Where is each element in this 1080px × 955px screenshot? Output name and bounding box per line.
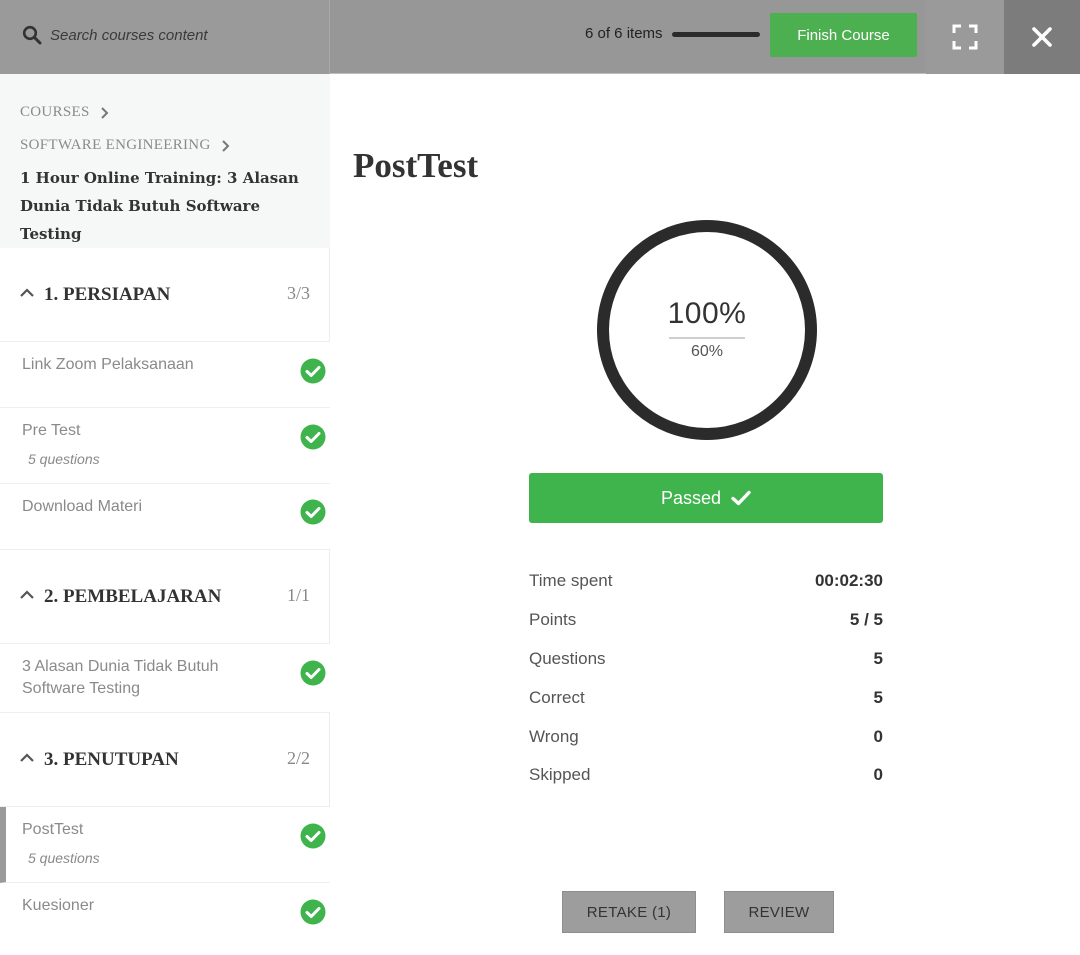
check-circle-icon (300, 823, 326, 849)
lesson-item-link-zoom[interactable]: Link Zoom Pelaksanaan (0, 342, 330, 408)
section-title: 1. PERSIAPAN (44, 284, 171, 305)
lesson-title: Pre Test (22, 422, 81, 439)
lesson-item-pre-test[interactable]: Pre Test 5 questions (0, 408, 330, 484)
stat-label: Questions (529, 648, 606, 668)
stat-row-correct: Correct 5 (529, 678, 883, 717)
stat-row-questions: Questions 5 (529, 640, 883, 679)
result-status-bar: Passed (529, 473, 883, 523)
result-stats: Time spent 00:02:30 Points 5 / 5 Questio… (529, 562, 883, 795)
stat-label: Points (529, 610, 577, 630)
top-bar: 6 of 6 items Finish Course (0, 0, 1080, 74)
stat-row-time-spent: Time spent 00:02:30 (529, 562, 883, 601)
section-count: 2/2 (286, 748, 310, 768)
lesson-title: 3 Alasan Dunia Tidak Butuh Software Test… (22, 656, 282, 700)
chevron-up-icon (20, 753, 34, 762)
breadcrumb-label: SOFTWARE ENGINEERING (20, 137, 211, 153)
lesson-title: Link Zoom Pelaksanaan (22, 356, 194, 373)
stat-label: Skipped (529, 765, 591, 785)
curriculum-sidebar: COURSES SOFTWARE ENGINEERING 1 Hour Onli… (0, 74, 330, 955)
score-divider (669, 337, 745, 339)
section-count: 1/1 (286, 585, 310, 605)
stat-row-wrong: Wrong 0 (529, 717, 883, 756)
lesson-subtitle: 5 questions (28, 850, 100, 866)
check-circle-icon (300, 499, 326, 525)
lesson-title-line: Software Testing (22, 680, 140, 697)
breadcrumb-label: COURSES (20, 104, 90, 120)
stat-row-points: Points 5 / 5 (529, 601, 883, 640)
stat-label: Time spent (529, 571, 613, 591)
course-title-line: Dunia Tidak Butuh Software Testing (20, 197, 260, 243)
chevron-right-icon (221, 139, 229, 152)
lesson-title: Download Materi (22, 498, 143, 515)
finish-course-button[interactable]: Finish Course (770, 13, 917, 57)
section-title: 2. PEMBELAJARAN (44, 586, 222, 607)
lesson-item-download-materi[interactable]: Download Materi (0, 484, 330, 550)
stat-value: 5 (873, 648, 883, 668)
section-header-persiapan[interactable]: 1. PERSIAPAN 3/3 (0, 248, 330, 342)
lesson-subtitle: 5 questions (28, 451, 100, 467)
lesson-item-kuesioner[interactable]: Kuesioner (0, 883, 330, 955)
course-title-line: 1 Hour Online Training: 3 Alasan (20, 169, 299, 187)
passing-grade: 60% (690, 343, 724, 360)
stat-value: 00:02:30 (814, 571, 883, 591)
lesson-item-posttest[interactable]: PostTest 5 questions (0, 807, 330, 883)
quiz-result-panel: PostTest 100% 60% Passed Time spent 00:0… (331, 74, 1080, 955)
stat-value: 0 (873, 765, 883, 785)
breadcrumb-category[interactable]: SOFTWARE ENGINEERING (20, 137, 231, 154)
check-circle-icon (300, 358, 326, 384)
chevron-up-icon (20, 288, 34, 297)
page-title: PostTest (353, 146, 479, 185)
stat-value: 5 (873, 687, 883, 707)
course-progress-bar (672, 32, 760, 37)
stat-value: 0 (873, 726, 883, 746)
stat-row-skipped: Skipped 0 (529, 756, 883, 795)
items-count: 6 of 6 items (585, 25, 663, 42)
chevron-right-icon (100, 106, 109, 119)
section-count: 3/3 (286, 283, 310, 303)
lesson-title: Kuesioner (22, 897, 95, 914)
check-icon (731, 490, 751, 506)
score-ring: 100% 60% (596, 219, 818, 441)
score-percent: 100% (667, 297, 747, 330)
stat-value: 5 / 5 (849, 610, 883, 630)
section-header-pembelajaran[interactable]: 2. PEMBELAJARAN 1/1 (0, 550, 330, 644)
check-circle-icon (300, 424, 326, 450)
lesson-title: PostTest (22, 821, 84, 838)
breadcrumb: COURSES SOFTWARE ENGINEERING 1 Hour Onli… (0, 74, 330, 248)
stat-label: Wrong (529, 726, 579, 746)
fullscreen-icon (952, 24, 978, 50)
fullscreen-button[interactable] (926, 0, 1004, 74)
section-header-penutupan[interactable]: 3. PENUTUPAN 2/2 (0, 713, 330, 807)
lesson-item-3-alasan[interactable]: 3 Alasan Dunia Tidak Butuh Software Test… (0, 644, 330, 713)
course-title: 1 Hour Online Training: 3 Alasan Dunia T… (20, 164, 320, 248)
check-circle-icon (300, 899, 326, 925)
breadcrumb-courses[interactable]: COURSES (20, 104, 110, 121)
retake-button[interactable]: RETAKE (1) (562, 891, 696, 933)
chevron-up-icon (20, 590, 34, 599)
section-title: 3. PENUTUPAN (44, 749, 179, 770)
close-button[interactable] (1004, 0, 1080, 74)
close-icon (1032, 27, 1052, 47)
stat-label: Correct (529, 687, 585, 707)
search-area (0, 0, 330, 74)
search-icon[interactable] (22, 25, 42, 45)
course-progress-fill (672, 32, 760, 37)
search-input[interactable] (50, 22, 320, 48)
lesson-title-line: 3 Alasan Dunia Tidak Butuh (22, 658, 219, 675)
result-status-label: Passed (660, 487, 722, 508)
check-circle-icon (300, 660, 326, 686)
review-button[interactable]: REVIEW (724, 891, 834, 933)
